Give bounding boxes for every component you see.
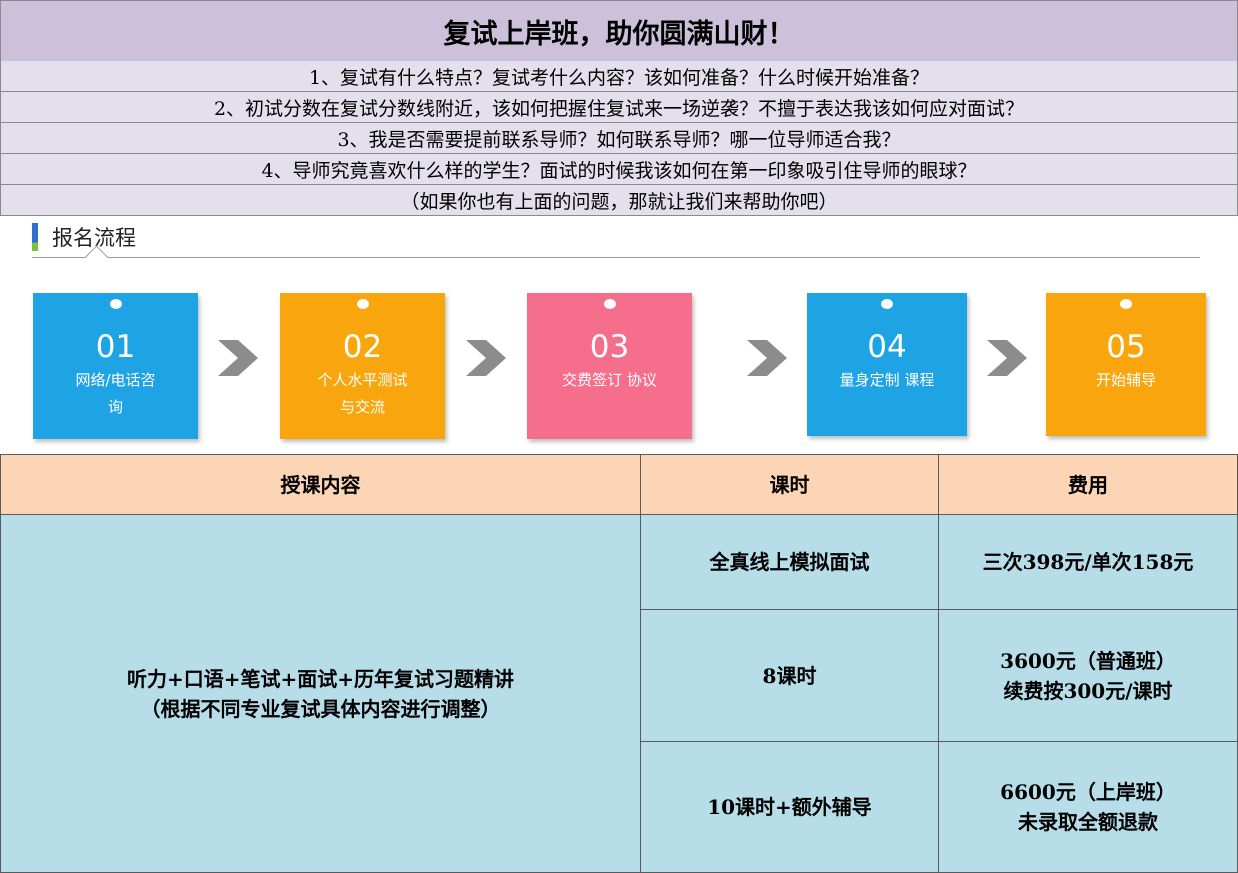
fee-line: 未录取全额退款 <box>1018 810 1158 834</box>
header-content: 授课内容 <box>0 454 641 515</box>
chevron-right-icon <box>987 340 1027 376</box>
header-fee: 费用 <box>938 454 1238 515</box>
page-title: 复试上岸班，助你圆满山财！ <box>0 0 1238 62</box>
step-card-5: 05 开始辅导 <box>1046 293 1206 436</box>
step-card-3: 03 交费签订 协议 <box>527 293 692 439</box>
chevron-shape <box>987 340 1027 376</box>
question-4: 4、导师究竟喜欢什么样的学生？面试的时候我该如何在第一印象吸引住导师的眼球？ <box>0 154 1238 185</box>
step-number: 02 <box>342 329 383 365</box>
step-number: 03 <box>589 329 630 365</box>
chevron-right-icon <box>466 340 506 376</box>
step-label: 交费签订 协议 <box>541 367 678 394</box>
step-label-line: 网络/电话咨 <box>75 371 156 389</box>
step-number: 05 <box>1106 329 1146 365</box>
process-header: 报名流程 <box>32 222 136 252</box>
fee-cell-2: 3600元（普通班） 续费按300元/课时 <box>938 609 1238 742</box>
step-label-line: 交费签订 协议 <box>562 371 657 389</box>
step-label-line: 询 <box>107 398 123 416</box>
fee-line: 三次398元/单次158元 <box>982 550 1194 574</box>
step-card-2: 02 个人水平测试 与交流 <box>280 293 445 439</box>
step-label-line: 个人水平测试 <box>317 371 408 389</box>
step-number: 04 <box>867 329 907 365</box>
fee-line: 6600元（上岸班） <box>1000 780 1176 804</box>
pin-icon <box>1120 299 1132 309</box>
fee-cell-1: 三次398元/单次158元 <box>938 514 1238 610</box>
hours-cell-2: 8课时 <box>640 609 939 742</box>
fee-line: 续费按300元/课时 <box>1003 678 1173 703</box>
course-content-cell: 听力+口语+笔试+面试+历年复试习题精讲 （根据不同专业复试具体内容进行调整） <box>0 514 641 873</box>
question-note: （如果你也有上面的问题，那就让我们来帮助你吧） <box>0 185 1238 216</box>
step-label-line: 量身定制 课程 <box>839 371 935 389</box>
chevron-shape <box>747 340 787 376</box>
pin-icon <box>356 299 369 309</box>
step-label-line: 与交流 <box>339 398 385 416</box>
chevron-shape <box>466 340 506 376</box>
step-card-1: 01 网络/电话咨 询 <box>33 293 198 439</box>
course-content-note: （根据不同专业复试具体内容进行调整） <box>140 696 501 721</box>
question-3: 3、我是否需要提前联系导师？如何联系导师？哪一位导师适合我？ <box>0 123 1238 154</box>
chevron-right-icon <box>747 340 787 376</box>
step-card-4: 04 量身定制 课程 <box>807 293 967 436</box>
pin-icon <box>109 299 122 309</box>
step-label: 个人水平测试 与交流 <box>294 367 431 421</box>
step-label: 网络/电话咨 询 <box>47 367 184 421</box>
hours-cell-1: 全真线上模拟面试 <box>640 514 939 610</box>
fee-cell-3: 6600元（上岸班） 未录取全额退款 <box>938 741 1238 873</box>
pin-icon <box>603 299 616 309</box>
page: 复试上岸班，助你圆满山财！ 1、复试有什么特点？复试考什么内容？该如何准备？什么… <box>0 0 1238 873</box>
step-label: 开始辅导 <box>1060 367 1192 394</box>
course-table: 授课内容 课时 费用 听力+口语+笔试+面试+历年复试习题精讲 （根据不同专业复… <box>0 454 1238 873</box>
question-1: 1、复试有什么特点？复试考什么内容？该如何准备？什么时候开始准备？ <box>0 61 1238 92</box>
course-content: 听力+口语+笔试+面试+历年复试习题精讲 <box>126 666 515 691</box>
step-label: 量身定制 课程 <box>821 367 953 394</box>
header-hours: 课时 <box>640 454 939 515</box>
divider <box>32 257 1200 258</box>
step-number: 01 <box>95 329 136 365</box>
chevron-shape <box>218 340 258 376</box>
fee-line: 3600元（普通班） <box>1000 648 1176 673</box>
section-marker-icon <box>32 223 38 251</box>
pin-icon <box>881 299 893 309</box>
question-2: 2、初试分数在复试分数线附近，该如何把握住复试来一场逆袭？不擅于表达我该如何应对… <box>0 92 1238 123</box>
registration-process: 报名流程 01 网络/电话咨 询 02 个人水平测试 与交流 03 交费签订 协… <box>0 216 1238 454</box>
step-label-line: 开始辅导 <box>1095 371 1156 389</box>
hours-cell-3: 10课时+额外辅导 <box>640 741 939 873</box>
chevron-right-icon <box>218 340 258 376</box>
